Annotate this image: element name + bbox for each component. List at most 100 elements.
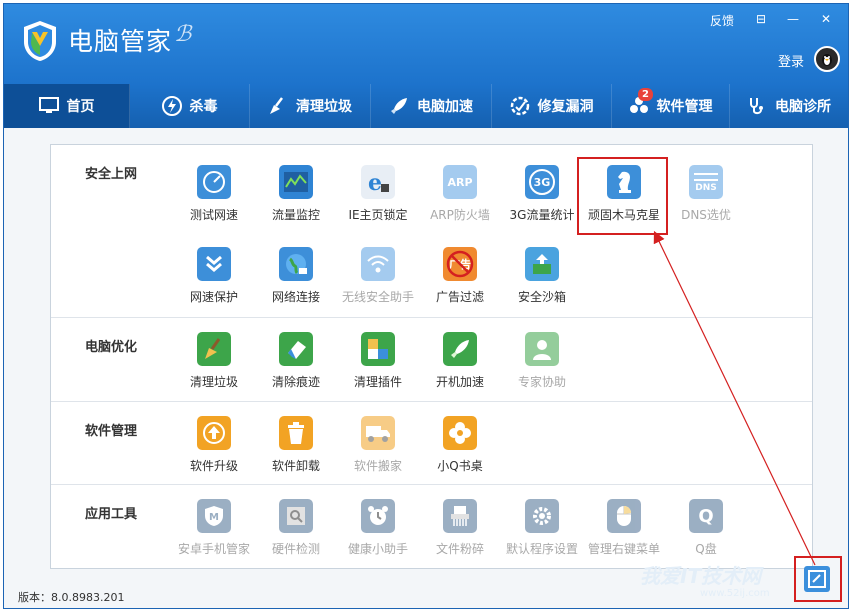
section-title: 软件管理 [85,424,138,439]
arp-icon: ARP [443,165,477,199]
sandbox-icon [525,247,559,281]
tab-label: 杀毒 [189,99,218,115]
puzzle-icon [361,332,395,366]
alarm-clock-icon [361,499,395,533]
ad-block-icon: 广告 [443,247,477,281]
section-title: 应用工具 [85,507,138,522]
tool-q-disk[interactable]: Q Q盘 [666,499,746,557]
broom-icon [268,96,288,116]
stethoscope-icon [747,96,767,116]
menu-icon[interactable]: ⊟ [756,12,766,26]
tab-software[interactable]: 软件管理 2 [612,84,730,128]
close-button[interactable]: ✕ [821,12,831,26]
update-count-badge: 2 [638,88,653,101]
tab-clean[interactable]: 清理垃圾 [250,84,371,128]
section-pc-optimize: 电脑优化 清理垃圾 清除痕迹 清理插件 开机加速 专家协助 [51,317,812,401]
tool-ie-home-lock[interactable]: e IE主页锁定 [338,165,418,223]
avatar-penguin-icon[interactable] [814,46,840,72]
watermark-url: www.52ij.com [700,588,770,599]
minimize-button[interactable]: — [787,12,799,26]
tab-speedup[interactable]: 电脑加速 [371,84,492,128]
clover-icon [443,416,477,450]
lightning-shield-icon [161,96,182,116]
tool-expert-help[interactable]: 专家协助 [502,332,582,390]
shield-logo-icon [24,21,56,61]
tool-health-assistant[interactable]: 健康小助手 [338,499,418,557]
tab-label: 电脑加速 [417,99,473,115]
tab-label: 修复漏洞 [537,99,594,115]
tool-file-shredder[interactable]: 文件粉碎 [420,499,500,557]
tab-label: 首页 [66,99,95,115]
tool-dns-optimize[interactable]: DNS DNS选优 [666,165,746,223]
tab-repair[interactable]: 修复漏洞 [492,84,612,128]
globe-icon [279,247,313,281]
double-chevron-icon [197,247,231,281]
repair-icon [510,96,530,116]
android-shield-icon: M [197,499,231,533]
tool-default-programs[interactable]: 默认程序设置 [502,499,582,557]
q-disk-icon: Q [689,499,723,533]
tab-label: 软件管理 [656,99,713,115]
wifi-icon [361,247,395,281]
main-nav: 首页 杀毒 清理垃圾 电脑加速 修复漏洞 软件管理 2 电脑诊所 [4,84,848,128]
svg-text:e: e [368,170,382,195]
tab-home[interactable]: 首页 [4,84,130,128]
tool-3g-traffic[interactable]: 3G 3G流量统计 [502,165,582,223]
tool-arp-firewall[interactable]: ARP ARP防火墙 [420,165,500,223]
tool-speed-test[interactable]: 测试网速 [174,165,254,223]
ie-lock-icon: e [361,165,395,199]
tool-sandbox[interactable]: 安全沙箱 [502,247,582,305]
tool-ad-filter[interactable]: 广告 广告过滤 [420,247,500,305]
rocket-icon [443,332,477,366]
tool-clean-junk[interactable]: 清理垃圾 [174,332,254,390]
tool-wifi-assistant[interactable]: 无线安全助手 [338,247,418,305]
section-title: 电脑优化 [85,340,138,355]
tool-speed-protect[interactable]: 网速保护 [174,247,254,305]
tool-q-desk[interactable]: 小Q书桌 [420,416,500,474]
tool-context-menu[interactable]: 管理右键菜单 [584,499,664,557]
chart-icon [279,165,313,199]
highlight-box [577,157,668,235]
tab-clinic[interactable]: 电脑诊所 [730,84,848,128]
broom-icon [197,332,231,366]
app-title: 电脑管家 [68,27,173,56]
tool-software-move[interactable]: 软件搬家 [338,416,418,474]
gear-icon [525,499,559,533]
tab-antivirus[interactable]: 杀毒 [130,84,250,128]
dns-icon: DNS [689,165,723,199]
login-link[interactable]: 登录 [778,51,804,70]
tab-label: 清理垃圾 [296,99,352,115]
tool-software-upgrade[interactable]: 软件升级 [174,416,254,474]
mouse-icon [607,499,641,533]
3g-icon: 3G [525,165,559,199]
rocket-icon [389,96,409,116]
trash-icon [279,416,313,450]
tool-traffic-monitor[interactable]: 流量监控 [256,165,336,223]
eraser-icon [279,332,313,366]
tool-android-manager[interactable]: M 安卓手机管家 [174,499,254,557]
tool-network-connection[interactable]: 网络连接 [256,247,336,305]
tool-boot-speedup[interactable]: 开机加速 [420,332,500,390]
svg-text:M: M [209,512,219,523]
title-bar: 电脑管家 ℬ 反馈 ⊟ — ✕ 登录 [4,4,848,84]
section-app-tools: 应用工具 M 安卓手机管家 硬件检测 健康小助手 文件粉碎 默认程序设置 管理右… [51,484,812,570]
tool-clear-traces[interactable]: 清除痕迹 [256,332,336,390]
monitor-icon [38,96,59,116]
shredder-icon [443,499,477,533]
tool-software-uninstall[interactable]: 软件卸载 [256,416,336,474]
tool-clean-plugins[interactable]: 清理插件 [338,332,418,390]
feedback-button[interactable]: 反馈 [710,12,734,29]
section-safe-browsing: 安全上网 测试网速 流量监控 e IE主页锁定 ARP ARP防火墙 3G 3G… [51,145,812,317]
expert-icon [525,332,559,366]
hardware-icon [279,499,313,533]
tool-hardware-check[interactable]: 硬件检测 [256,499,336,557]
main-window: 电脑管家 ℬ 反馈 ⊟ — ✕ 登录 首页 杀毒 清理垃圾 电脑加速 修复漏洞 [3,3,849,609]
logo-swirl-icon: ℬ [174,22,192,47]
section-title: 安全上网 [85,167,138,182]
speedometer-icon [197,165,231,199]
truck-icon [361,416,395,450]
toolbox-panel: 安全上网 测试网速 流量监控 e IE主页锁定 ARP ARP防火墙 3G 3G… [50,144,813,569]
toolbox-corner-icon[interactable] [804,566,830,592]
version-label: 版本：8.0.8983.201 [18,591,125,604]
upgrade-icon [197,416,231,450]
